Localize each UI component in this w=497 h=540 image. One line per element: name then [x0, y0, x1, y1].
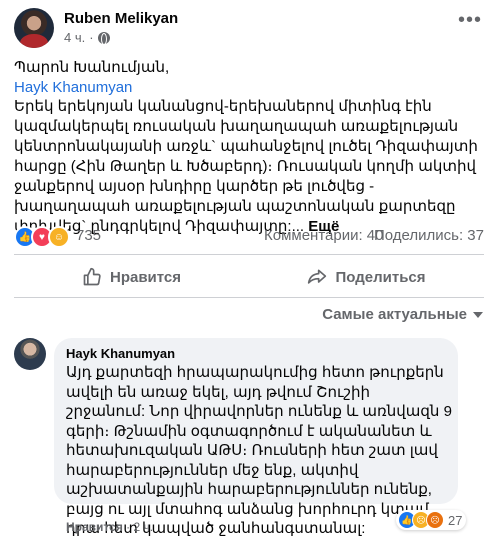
- comment-bubble: Hayk Khanumyan Այդ քարտեզի հրապարակումից…: [54, 338, 458, 537]
- sort-label: Самые актуальные: [322, 306, 467, 323]
- meta-separator: ·: [89, 30, 94, 45]
- divider: [14, 297, 484, 298]
- mention-link[interactable]: Hayk Khanumyan: [14, 78, 132, 98]
- post-stats: 👍 ♥ ☺ 735 Комментарии: 40 Поделились: 37: [14, 226, 484, 248]
- share-button-label: Поделиться: [335, 268, 426, 286]
- angry-reaction-icon: ☹: [426, 511, 444, 529]
- author-avatar[interactable]: [14, 8, 54, 48]
- commenter-avatar[interactable]: [14, 338, 46, 370]
- commenter-name[interactable]: Hayk Khanumyan: [66, 346, 175, 361]
- comment-actions: Нравится · 2 ч.: [66, 520, 153, 534]
- globe-icon: [97, 31, 110, 45]
- share-arrow-icon: [308, 269, 327, 284]
- divider: [14, 254, 484, 255]
- comment-sort-dropdown[interactable]: Самые актуальные: [322, 306, 483, 323]
- reaction-count[interactable]: 735: [76, 227, 101, 244]
- post-meta: 4 ч. ·: [64, 30, 110, 45]
- comment-like-link[interactable]: Нравится: [66, 520, 123, 534]
- comment-reactions[interactable]: 👍 ☹ ☹ 27: [396, 510, 467, 530]
- post-body-text: Երեկ երեկոյան կանանցով-երեխաներով միտինգ…: [14, 98, 478, 235]
- post-body: Երեկ երեկոյան կանանցով-երեխաներով միտինգ…: [14, 97, 488, 237]
- shares-count[interactable]: Поделились: 37: [374, 227, 484, 244]
- like-button[interactable]: Нравится: [14, 259, 249, 295]
- comment-text: Այդ քարտեզի հրապարակումից հետո թուրքերն …: [66, 364, 452, 537]
- chevron-down-icon: [473, 311, 483, 318]
- post-header: Ruben Melikyan 4 ч. · •••: [14, 8, 484, 48]
- care-reaction-icon: ☺: [48, 226, 70, 248]
- comments-count[interactable]: Комментарии: 40: [264, 227, 384, 244]
- post-actions: Нравится Поделиться: [14, 259, 484, 295]
- like-button-label: Нравится: [109, 268, 182, 286]
- meta-separator: ·: [126, 520, 134, 534]
- post-greeting: Պարոն Խանումյան,: [14, 59, 170, 76]
- thumbs-up-icon: [83, 267, 101, 286]
- author-name[interactable]: Ruben Melikyan: [64, 10, 178, 27]
- reaction-icons[interactable]: 👍 ♥ ☺: [14, 226, 70, 248]
- more-options-icon[interactable]: •••: [458, 10, 482, 30]
- comment-time[interactable]: 2 ч.: [134, 520, 154, 534]
- share-button[interactable]: Поделиться: [249, 259, 484, 295]
- post-time[interactable]: 4 ч.: [64, 30, 85, 45]
- comment-reaction-count: 27: [448, 512, 463, 528]
